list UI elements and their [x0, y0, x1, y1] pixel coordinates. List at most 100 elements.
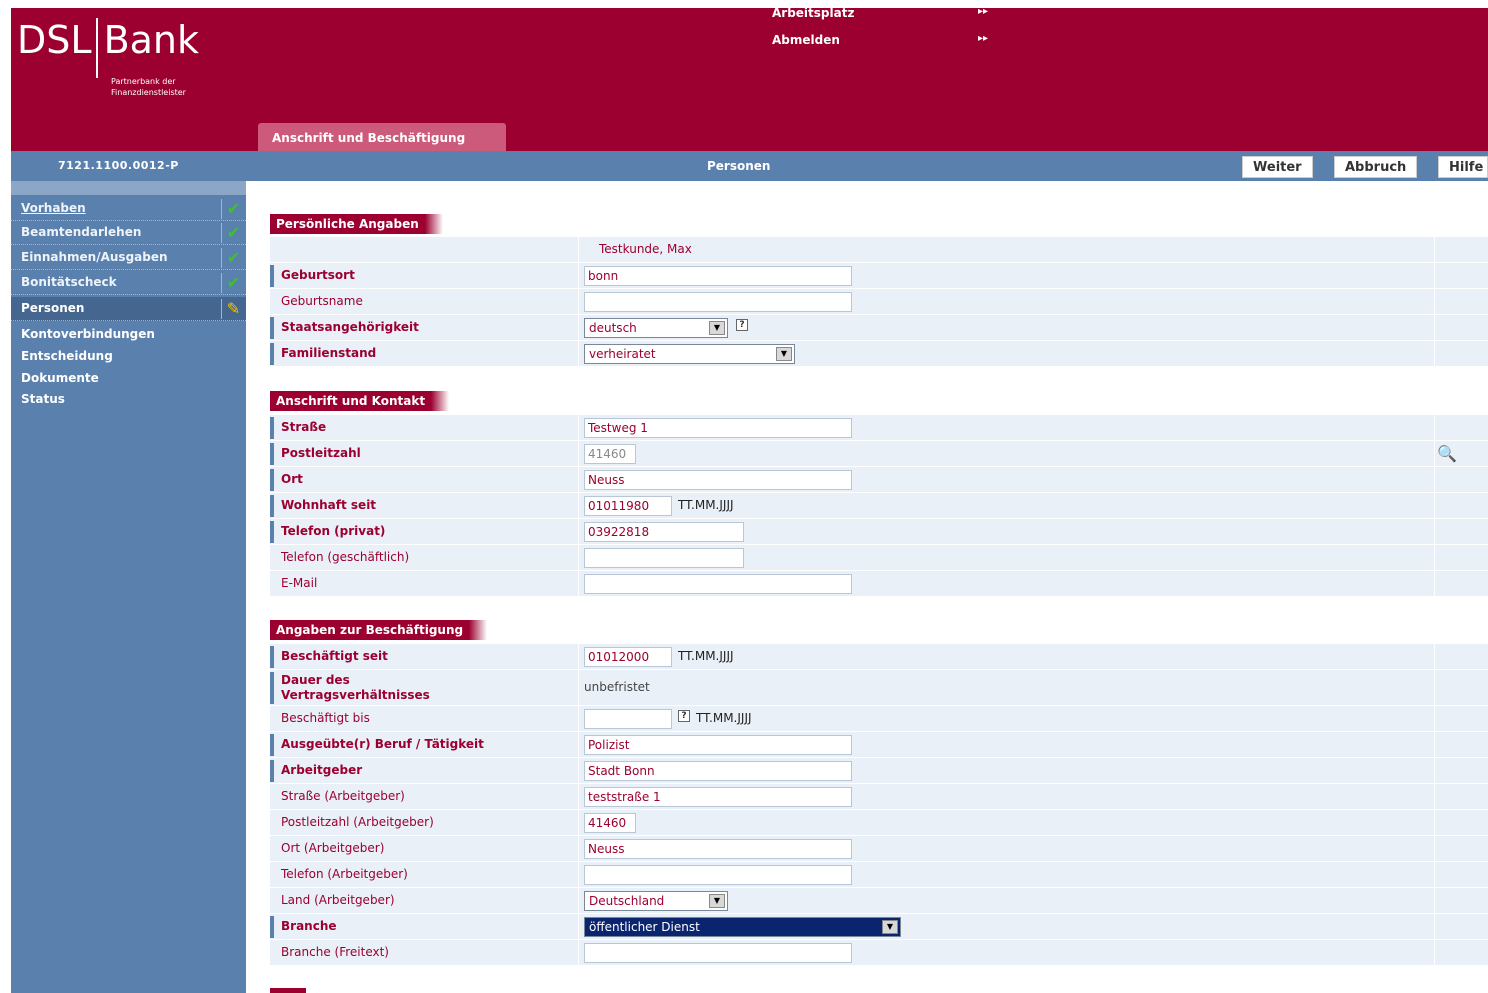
checkmark-icon: ✔	[221, 223, 245, 243]
dropdown-arrow-icon[interactable]: ▼	[709, 321, 725, 335]
checkmark-icon: ✔	[221, 273, 245, 293]
nav-abmelden-label[interactable]: Abmelden	[772, 33, 840, 47]
form-row-beruf: Ausgeübte(r) Beruf / Tätigkeit Polizist	[270, 732, 1488, 758]
form-row-plz-arbeitgeber: Postleitzahl (Arbeitgeber) 41460	[270, 810, 1488, 836]
telefon-arbeitgeber-input[interactable]	[584, 865, 852, 885]
form-row-ort: Ort Neuss	[270, 467, 1488, 493]
nav-abmelden[interactable]: Abmelden ▸▸	[772, 33, 988, 47]
form-row-beschaeftigt-bis: Beschäftigt bis ? TT.MM.JJJJ	[270, 706, 1488, 732]
sidebar-item-dokumente[interactable]: Dokumente	[11, 367, 246, 388]
select-value: deutsch	[589, 321, 637, 335]
form-row-familienstand: Familienstand verheiratet ▼	[270, 341, 1488, 367]
dropdown-arrow-icon[interactable]: ▼	[882, 920, 898, 934]
field-label: Ausgeübte(r) Beruf / Tätigkeit	[281, 737, 484, 751]
geburtsort-input[interactable]: bonn	[584, 266, 852, 286]
email-input[interactable]	[584, 574, 852, 594]
date-format-hint: TT.MM.JJJJ	[678, 649, 734, 663]
staatsangehoerigkeit-select[interactable]: deutsch ▼	[584, 318, 728, 338]
field-label: Geburtsname	[281, 294, 363, 308]
wohnhaft-seit-input[interactable]: 01011980	[584, 496, 672, 516]
dropdown-arrow-icon[interactable]: ▼	[709, 894, 725, 908]
beschaeftigt-seit-input[interactable]: 01012000	[584, 647, 672, 667]
search-wrench-icon[interactable]: 🔍	[1437, 444, 1457, 463]
field-label: Staatsangehörigkeit	[281, 320, 419, 334]
nav-arbeitsplatz[interactable]: Arbeitsplatz ▸▸	[772, 6, 988, 20]
form-row-wohnhaft-seit: Wohnhaft seit 01011980 TT.MM.JJJJ	[270, 493, 1488, 519]
help-icon[interactable]: ?	[736, 319, 748, 331]
geburtsname-input[interactable]	[584, 292, 852, 312]
customer-name-row: Testkunde, Max	[270, 237, 1488, 263]
sidebar-item-label[interactable]: Dokumente	[21, 371, 99, 385]
sidebar-item-label[interactable]: Einnahmen/Ausgaben	[21, 250, 168, 264]
sidebar-item-label[interactable]: Status	[21, 392, 65, 406]
dropdown-arrow-icon[interactable]: ▼	[776, 347, 792, 361]
postleitzahl-input[interactable]: 41460	[584, 444, 636, 464]
sidebar-item-einnahmen-ausgaben[interactable]: Einnahmen/Ausgaben ✔	[11, 246, 246, 270]
field-label: E-Mail	[281, 576, 318, 590]
sidebar-item-kontoverbindungen[interactable]: Kontoverbindungen	[11, 323, 246, 344]
hilfe-button[interactable]: Hilfe	[1438, 156, 1488, 178]
abbruch-button[interactable]: Abbruch	[1334, 156, 1418, 178]
logo-dsl: DSL	[17, 18, 92, 62]
sidebar: Vorhaben ✔ Beamtendarlehen ✔ Einnahmen/A…	[11, 181, 246, 993]
field-label: Beschäftigt bis	[281, 711, 370, 725]
field-label: Familienstand	[281, 346, 377, 360]
sidebar-item-label[interactable]: Vorhaben	[21, 201, 86, 215]
date-format-hint: TT.MM.JJJJ	[678, 498, 734, 512]
familienstand-select[interactable]: verheiratet ▼	[584, 344, 795, 364]
help-icon[interactable]: ?	[678, 710, 690, 722]
field-label: Telefon (geschäftlich)	[281, 550, 410, 564]
field-label: Arbeitgeber	[281, 763, 363, 777]
logo-tagline: Partnerbank der Finanzdienstleister	[111, 77, 186, 97]
field-label: Land (Arbeitgeber)	[281, 893, 395, 907]
beruf-input[interactable]: Polizist	[584, 735, 852, 755]
sidebar-item-label[interactable]: Bonitätscheck	[21, 275, 117, 289]
field-label: Dauer des Vertragsverhältnisses	[281, 673, 430, 702]
arbeitgeber-input[interactable]: Stadt Bonn	[584, 761, 852, 781]
plz-arbeitgeber-input[interactable]: 41460	[584, 813, 636, 833]
form-row-arbeitgeber: Arbeitgeber Stadt Bonn	[270, 758, 1488, 784]
customer-name: Testkunde, Max	[599, 242, 692, 256]
sidebar-item-label[interactable]: Kontoverbindungen	[21, 327, 155, 341]
select-value: verheiratet	[589, 347, 656, 361]
form-row-strasse-arbeitgeber: Straße (Arbeitgeber) teststraße 1	[270, 784, 1488, 810]
ort-input[interactable]: Neuss	[584, 470, 852, 490]
strasse-input[interactable]: Testweg 1	[584, 418, 852, 438]
logo-separator	[95, 18, 98, 78]
ort-arbeitgeber-input[interactable]: Neuss	[584, 839, 852, 859]
page-title: Personen	[707, 159, 771, 173]
logo-bank: Bank	[103, 18, 200, 62]
telefon-geschaeftlich-input[interactable]	[584, 548, 744, 568]
tab-anschrift-beschaeftigung[interactable]: Anschrift und Beschäftigung	[258, 123, 506, 152]
select-value: Deutschland	[589, 894, 665, 908]
double-arrow-icon: ▸▸	[978, 33, 989, 44]
header: DSL Bank Partnerbank der Finanzdienstleis…	[11, 6, 1488, 152]
strasse-arbeitgeber-input[interactable]: teststraße 1	[584, 787, 852, 807]
sidebar-item-beamtendarlehen[interactable]: Beamtendarlehen ✔	[11, 221, 246, 245]
form-row-staatsangehoerigkeit: Staatsangehörigkeit deutsch ▼ ?	[270, 315, 1488, 341]
sidebar-top-band	[11, 181, 246, 195]
form-row-strasse: Straße Testweg 1	[270, 415, 1488, 441]
branche-select[interactable]: öffentlicher Dienst ▼	[584, 917, 901, 937]
field-label: Straße	[281, 420, 327, 434]
section-header-personal: Persönliche Angaben	[270, 214, 443, 234]
sidebar-item-label[interactable]: Beamtendarlehen	[21, 225, 141, 239]
field-label: Wohnhaft seit	[281, 498, 377, 512]
sidebar-item-vorhaben[interactable]: Vorhaben ✔	[11, 197, 246, 221]
branche-freitext-input[interactable]	[584, 943, 852, 963]
beschaeftigt-bis-input[interactable]	[584, 709, 672, 729]
sidebar-item-status[interactable]: Status	[11, 388, 246, 409]
sidebar-item-label[interactable]: Personen	[21, 301, 84, 315]
sidebar-item-label[interactable]: Entscheidung	[21, 349, 113, 363]
nav-arbeitsplatz-label[interactable]: Arbeitsplatz	[772, 6, 854, 20]
weiter-button[interactable]: Weiter	[1242, 156, 1313, 178]
context-bar: 7121.1100.0012-P Personen Weiter Abbruch…	[11, 151, 1488, 181]
form-row-email: E-Mail	[270, 571, 1488, 597]
sidebar-item-personen[interactable]: Personen ✎	[11, 297, 246, 321]
telefon-privat-input[interactable]: 03922818	[584, 522, 744, 542]
sidebar-item-bonitaetscheck[interactable]: Bonitätscheck ✔	[11, 271, 246, 295]
section-header-address: Anschrift und Kontakt	[270, 391, 450, 411]
sidebar-item-entscheidung[interactable]: Entscheidung	[11, 345, 246, 366]
field-label: Straße (Arbeitgeber)	[281, 789, 405, 803]
land-arbeitgeber-select[interactable]: Deutschland ▼	[584, 891, 728, 911]
